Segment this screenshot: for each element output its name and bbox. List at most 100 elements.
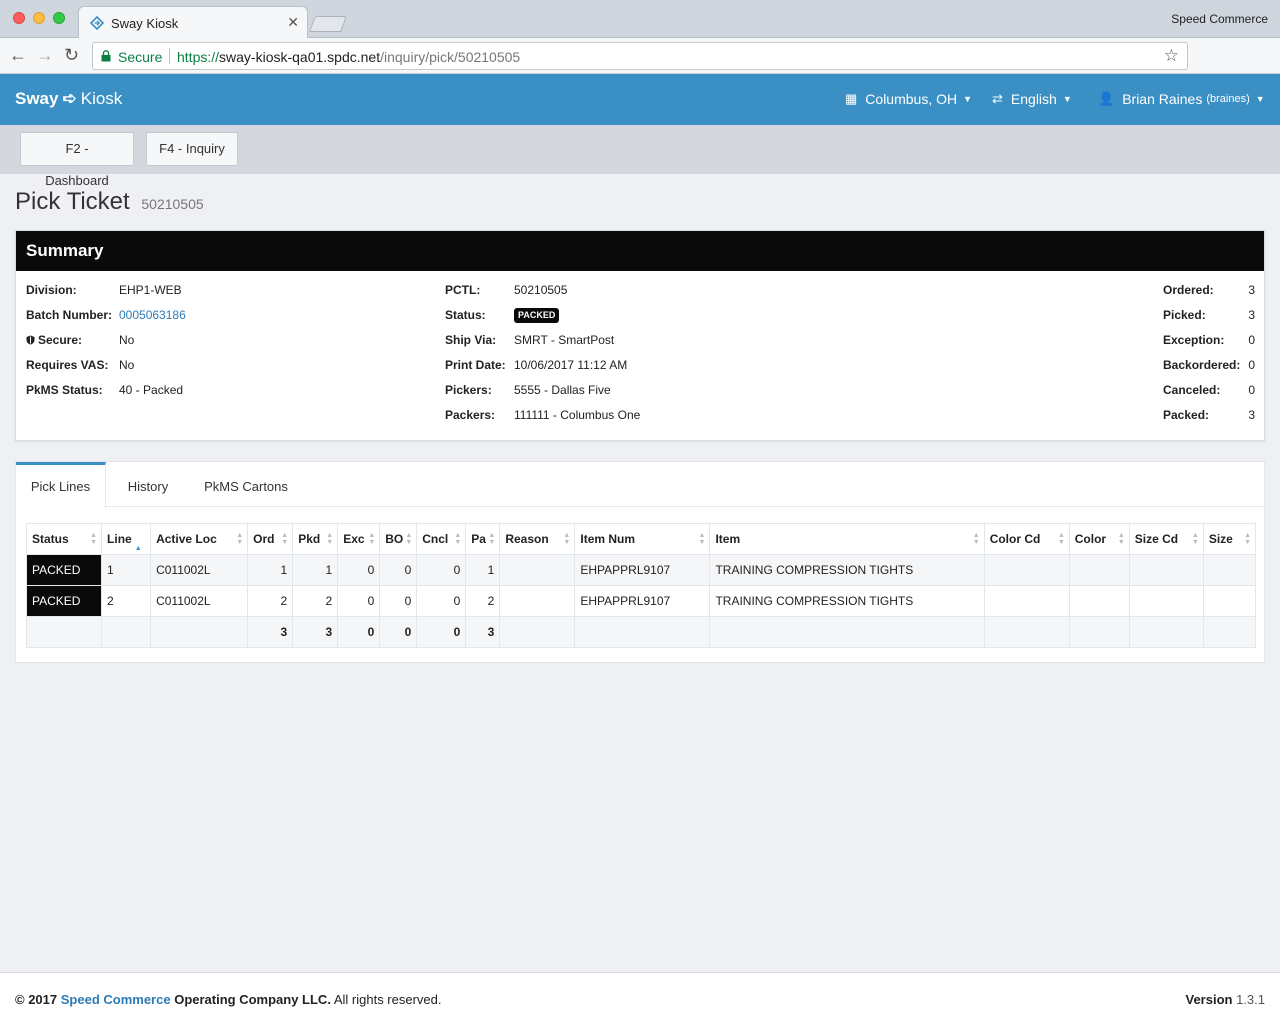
batch-number-link[interactable]: 0005063186 bbox=[119, 308, 186, 333]
size-cd-cell bbox=[1128, 585, 1204, 617]
detail-tabs: Pick Lines History PkMS Cartons bbox=[16, 462, 1266, 508]
minimize-window-icon[interactable] bbox=[33, 12, 45, 24]
ord-cell: 1 bbox=[247, 554, 294, 586]
address-bar[interactable]: Secure https://sway-kiosk-qa01.spdc.net/… bbox=[92, 42, 1188, 70]
canceled-row: Canceled: 0 bbox=[1163, 383, 1255, 408]
secure-field-label: Secure: bbox=[38, 333, 83, 347]
sort-icon: ▲ ▼ bbox=[236, 532, 244, 546]
close-window-icon[interactable] bbox=[13, 12, 25, 24]
tab-history[interactable]: History bbox=[113, 462, 183, 507]
new-tab-button[interactable] bbox=[309, 16, 347, 32]
column-header-color-cd[interactable]: Color Cd ▲ ▼ bbox=[983, 523, 1070, 555]
canceled-value: 0 bbox=[1248, 383, 1255, 397]
sort-icon: ▲ ▼ bbox=[488, 532, 496, 546]
column-header-pkd[interactable]: Pkd ▲ ▼ bbox=[292, 523, 339, 555]
column-header-line[interactable]: Line▲ bbox=[101, 523, 152, 555]
table-row[interactable]: PACKED 1 C011002L 1 1 0 0 0 1 EHPAPPRL91… bbox=[25, 554, 1257, 586]
function-key-bar: F2 - Dashboard F4 - Inquiry bbox=[0, 125, 1280, 188]
column-header-bo[interactable]: BO ▲ ▼ bbox=[379, 523, 418, 555]
sort-icon: ▲ ▼ bbox=[1191, 532, 1199, 546]
column-header-pa[interactable]: Pa ▲ ▼ bbox=[465, 523, 501, 555]
canceled-label: Canceled: bbox=[1163, 383, 1221, 397]
print-date-value: 10/06/2017 11:12 AM bbox=[514, 358, 628, 372]
tab-close-icon[interactable]: ✕ bbox=[287, 14, 299, 31]
browser-tab-title: Sway Kiosk bbox=[111, 16, 179, 31]
column-header-size[interactable]: Size ▲ ▼ bbox=[1202, 523, 1257, 555]
user-name: Brian Raines bbox=[1122, 91, 1203, 107]
browser-profile-name[interactable]: Speed Commerce bbox=[1171, 12, 1268, 26]
backordered-row: Backordered: 0 bbox=[1163, 358, 1255, 383]
forward-arrow-icon[interactable]: → bbox=[36, 44, 54, 66]
pctl-label: PCTL: bbox=[445, 283, 481, 297]
maximize-window-icon[interactable] bbox=[53, 12, 65, 24]
version-label: Version bbox=[1185, 992, 1233, 1007]
total-pkd-cell: 3 bbox=[292, 616, 339, 648]
tab-pkms-cartons[interactable]: PkMS Cartons bbox=[196, 462, 296, 507]
secure-label: Secure bbox=[118, 49, 163, 65]
chevron-down-icon: ▼ bbox=[1255, 94, 1265, 104]
dashboard-button[interactable]: F2 - Dashboard bbox=[20, 132, 134, 188]
column-header-item[interactable]: Item ▲ ▼ bbox=[709, 523, 985, 555]
table-row[interactable]: PACKED 2 C011002L 2 2 0 0 0 2 EHPAPPRL91… bbox=[25, 585, 1257, 617]
back-arrow-icon[interactable]: ← bbox=[9, 44, 27, 66]
picked-value: 3 bbox=[1248, 308, 1255, 322]
user-icon: 👤 bbox=[1098, 91, 1115, 106]
column-header-exc[interactable]: Exc ▲ ▼ bbox=[337, 523, 381, 555]
url-text[interactable]: https://sway-kiosk-qa01.spdc.net/inquiry… bbox=[177, 49, 520, 65]
address-separator bbox=[169, 48, 170, 64]
backordered-value: 0 bbox=[1248, 358, 1255, 372]
browser-tab[interactable]: Sway Kiosk ✕ bbox=[78, 6, 308, 39]
print-date-row: Print Date: 10/06/2017 11:12 AM bbox=[445, 358, 640, 383]
vas-label: Requires VAS: bbox=[26, 358, 109, 372]
pickers-row: Pickers: 5555 - Dallas Five bbox=[445, 383, 640, 408]
company-rest: Operating Company LLC. bbox=[174, 992, 331, 1007]
table-header-row: Status ▲ ▼ Line▲ Active Loc ▲ ▼ Ord ▲ ▼ Pkd ▲ ▼ … bbox=[25, 523, 1257, 555]
pickers-value: 5555 - Dallas Five bbox=[514, 383, 611, 397]
brand-sway: Sway bbox=[15, 89, 59, 108]
size-cell bbox=[1202, 554, 1257, 586]
secure-value: No bbox=[119, 333, 135, 347]
ship-via-label: Ship Via: bbox=[445, 333, 497, 347]
column-header-active-loc[interactable]: Active Loc ▲ ▼ bbox=[150, 523, 249, 555]
item-cell: TRAINING COMPRESSION TIGHTS bbox=[709, 585, 985, 617]
inquiry-button[interactable]: F4 - Inquiry bbox=[146, 132, 238, 166]
total-line-cell bbox=[101, 616, 152, 648]
column-header-item-num[interactable]: Item Num ▲ ▼ bbox=[574, 523, 711, 555]
status-badge: PACKED bbox=[514, 308, 560, 323]
column-header-reason[interactable]: Reason ▲ ▼ bbox=[499, 523, 576, 555]
language-dropdown[interactable]: ⇄ English ▼ bbox=[992, 91, 1072, 107]
location-dropdown[interactable]: ▦ Columbus, OH ▼ bbox=[845, 91, 972, 107]
total-active-loc-cell bbox=[150, 616, 249, 648]
column-header-color[interactable]: Color ▲ ▼ bbox=[1068, 523, 1130, 555]
company-link[interactable]: Speed Commerce bbox=[61, 992, 171, 1007]
column-header-ord[interactable]: Ord ▲ ▼ bbox=[247, 523, 294, 555]
division-value: EHP1-WEB bbox=[119, 283, 182, 297]
browser-tab-bar: Sway Kiosk ✕ Speed Commerce bbox=[0, 0, 1280, 39]
sort-icon: ▲ ▼ bbox=[281, 532, 289, 546]
brand-arrow-icon: ➪ bbox=[62, 89, 77, 108]
reload-icon[interactable]: ↻ bbox=[64, 44, 79, 66]
column-header-label: Reason bbox=[505, 532, 549, 546]
item-num-cell: EHPAPPRL9107 bbox=[574, 585, 711, 617]
column-header-size-cd[interactable]: Size Cd ▲ ▼ bbox=[1128, 523, 1204, 555]
column-header-label: Item bbox=[715, 532, 741, 546]
exc-cell: 0 bbox=[337, 585, 381, 617]
user-dropdown[interactable]: 👤 Brian Raines (braines) ▼ bbox=[1098, 91, 1265, 107]
secure-row: Secure: No bbox=[26, 333, 186, 358]
packers-label: Packers: bbox=[445, 408, 496, 422]
column-header-cncl[interactable]: Cncl ▲ ▼ bbox=[416, 523, 467, 555]
url-path: /inquiry/pick/50210505 bbox=[380, 49, 521, 65]
brand-logo[interactable]: Sway ➪ Kiosk bbox=[15, 89, 122, 109]
column-header-label: Color Cd bbox=[989, 532, 1041, 546]
bookmark-star-icon[interactable]: ☆ bbox=[1164, 46, 1179, 66]
vas-value: No bbox=[119, 358, 135, 372]
size-cell bbox=[1202, 585, 1257, 617]
bo-cell: 0 bbox=[379, 554, 418, 586]
summary-panel: Summary Division: EHP1-WEB Batch Number:… bbox=[15, 230, 1265, 441]
total-size-cd-cell bbox=[1128, 616, 1204, 648]
reason-cell bbox=[499, 554, 576, 586]
cncl-cell: 0 bbox=[416, 585, 467, 617]
column-header-status[interactable]: Status ▲ ▼ bbox=[25, 523, 103, 555]
tab-pick-lines[interactable]: Pick Lines bbox=[16, 462, 106, 508]
total-ord-cell: 3 bbox=[247, 616, 294, 648]
